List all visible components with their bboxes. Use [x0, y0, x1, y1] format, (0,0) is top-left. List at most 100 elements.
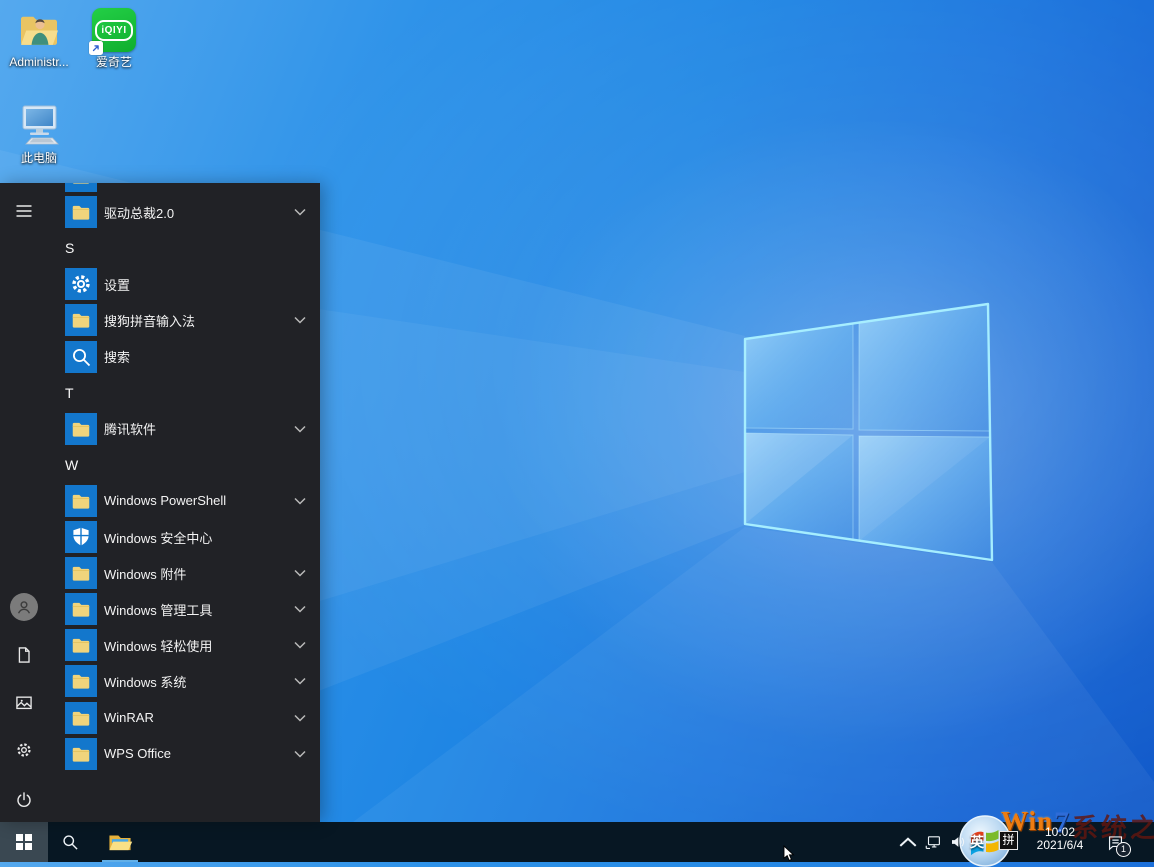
start-menu-expand-button[interactable]	[0, 187, 48, 235]
folder-icon	[65, 702, 97, 734]
app-label: 驱动总裁2.0	[104, 203, 174, 222]
folder-icon	[65, 413, 97, 445]
iqiyi-icon: iQIYI	[91, 7, 137, 53]
start-menu-app[interactable]: Windows 附件	[48, 555, 320, 591]
start-menu: 驱动总裁2.0 S 设置搜狗拼音输入法搜索 T 腾讯软件 W Windows PowerSh…	[0, 183, 320, 822]
windows-desktop: { "desktop": { "icons": [ { "name": "adm…	[0, 0, 1154, 862]
start-menu-app-partial[interactable]	[48, 183, 320, 194]
app-label: Windows 附件	[104, 564, 186, 583]
this-pc-icon	[16, 103, 62, 149]
gear-icon	[14, 740, 34, 760]
start-button[interactable]	[0, 822, 48, 862]
folder-icon	[65, 738, 97, 770]
user-icon	[10, 593, 38, 621]
start-menu-app[interactable]: Windows 安全中心	[48, 519, 320, 555]
app-label: WinRAR	[104, 710, 154, 725]
search-icon	[60, 832, 80, 852]
start-menu-app[interactable]: Windows 轻松使用	[48, 627, 320, 663]
start-menu-app[interactable]: 腾讯软件	[48, 411, 320, 447]
pictures-button[interactable]	[0, 679, 48, 727]
start-menu-app[interactable]: Windows 管理工具	[48, 591, 320, 627]
folder-icon	[65, 629, 97, 661]
document-icon	[14, 645, 34, 665]
user-account-button[interactable]	[0, 583, 48, 631]
folder-icon	[65, 665, 97, 697]
file-explorer-icon	[107, 829, 133, 855]
section-letter: T	[65, 385, 74, 401]
iqiyi-logo-text: iQIYI	[95, 20, 132, 41]
chevron-down-icon[interactable]	[294, 497, 306, 505]
start-menu-app[interactable]: Windows PowerShell	[48, 483, 320, 519]
folder-icon	[65, 557, 97, 589]
app-label: Windows 系统	[104, 672, 186, 691]
file-explorer-button[interactable]	[96, 822, 144, 862]
chevron-down-icon[interactable]	[294, 316, 306, 324]
taskbar: 英	[0, 822, 1154, 862]
start-menu-section-header[interactable]: S	[48, 230, 320, 266]
app-label: WPS Office	[104, 746, 171, 761]
chevron-down-icon[interactable]	[294, 641, 306, 649]
app-label: 搜索	[104, 347, 130, 366]
pictures-icon	[14, 693, 34, 713]
start-menu-app[interactable]: WPS Office	[48, 736, 320, 772]
clock-date: 2021/6/4	[1022, 839, 1098, 852]
mouse-cursor	[783, 845, 795, 862]
taskbar-clock[interactable]: 10:02 2021/6/4	[1022, 826, 1098, 852]
search-icon	[65, 341, 97, 373]
start-menu-section-header[interactable]: T	[48, 375, 320, 411]
start-menu-app[interactable]: 驱动总裁2.0	[48, 194, 320, 230]
chevron-down-icon[interactable]	[294, 677, 306, 685]
app-label: 设置	[104, 275, 130, 294]
desktop-icon-iqiyi[interactable]: iQIYI 爱奇艺	[78, 7, 150, 69]
chevron-down-icon[interactable]	[294, 750, 306, 758]
app-label: 腾讯软件	[104, 419, 156, 438]
app-label: Windows PowerShell	[104, 493, 226, 508]
folder-icon	[65, 304, 97, 336]
taskbar-search-button[interactable]	[48, 822, 92, 862]
administrator-folder-icon	[16, 7, 62, 53]
app-label: Windows 轻松使用	[104, 636, 212, 655]
chevron-down-icon[interactable]	[294, 605, 306, 613]
folder-icon	[65, 183, 97, 192]
chevron-down-icon[interactable]	[294, 569, 306, 577]
power-button[interactable]	[0, 776, 48, 824]
folder-icon	[65, 593, 97, 625]
ime-language-badge[interactable]: 英	[964, 822, 990, 862]
desktop-icon-label: 此电脑	[21, 152, 57, 165]
desktop-icon-administrator[interactable]: Administr...	[3, 7, 75, 69]
start-menu-section-header[interactable]: W	[48, 447, 320, 483]
desktop-icon-this-pc[interactable]: 此电脑	[3, 103, 75, 165]
start-menu-app-list: 驱动总裁2.0 S 设置搜狗拼音输入法搜索 T 腾讯软件 W Windows PowerSh…	[48, 183, 320, 822]
app-label: 搜狗拼音输入法	[104, 311, 195, 330]
settings-button[interactable]	[0, 726, 48, 774]
app-label: Windows 管理工具	[104, 600, 212, 619]
start-menu-app[interactable]: 设置	[48, 266, 320, 302]
shortcut-arrow-icon	[89, 41, 103, 55]
section-letter: S	[65, 240, 74, 256]
documents-button[interactable]	[0, 631, 48, 679]
settings-gear-icon	[65, 268, 97, 300]
app-label: Windows 安全中心	[104, 528, 212, 547]
folder-icon	[65, 196, 97, 228]
shield-icon	[65, 521, 97, 553]
hamburger-icon	[14, 201, 34, 221]
folder-icon	[65, 485, 97, 517]
desktop-icon-label: Administr...	[9, 56, 68, 69]
network-icon	[924, 833, 942, 851]
start-menu-app[interactable]: WinRAR	[48, 700, 320, 736]
windows-logo-icon	[16, 834, 32, 850]
chevron-down-icon[interactable]	[294, 208, 306, 216]
section-letter: W	[65, 457, 78, 473]
chevron-down-icon[interactable]	[294, 425, 306, 433]
chevron-down-icon[interactable]	[294, 714, 306, 722]
chevron-up-icon	[899, 833, 917, 851]
tray-network-button[interactable]	[920, 822, 946, 862]
tray-show-hidden-icons-button[interactable]	[896, 822, 920, 862]
start-menu-app[interactable]: Windows 系统	[48, 663, 320, 699]
ime-pinyin-badge[interactable]: 拼	[999, 831, 1018, 850]
power-icon	[14, 790, 34, 810]
start-menu-app[interactable]: 搜狗拼音输入法	[48, 302, 320, 338]
desktop-icon-label: 爱奇艺	[96, 56, 132, 69]
start-menu-app[interactable]: 搜索	[48, 339, 320, 375]
notification-count-badge: 1	[1116, 842, 1131, 857]
